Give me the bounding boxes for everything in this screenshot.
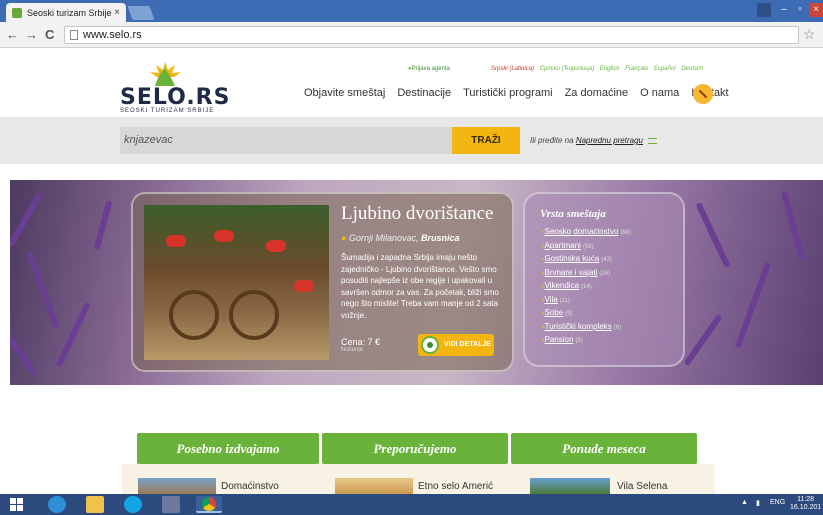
list-icon[interactable] bbox=[648, 138, 658, 144]
view-details-button[interactable]: VIDI DETALJE bbox=[418, 334, 494, 356]
lang-sr-cyrillic[interactable]: Српски (Ћирилица) bbox=[540, 66, 594, 72]
type-item[interactable]: Vikendica(14) bbox=[542, 280, 631, 294]
favicon-icon bbox=[12, 7, 22, 18]
advanced-search-prefix: Ili pređite na bbox=[530, 136, 574, 145]
nav-o-nama[interactable]: O nama bbox=[634, 87, 685, 99]
type-item[interactable]: Vila(11) bbox=[542, 294, 631, 308]
search-input[interactable]: knjazevac bbox=[120, 127, 452, 154]
url-input[interactable]: www.selo.rs bbox=[64, 26, 799, 44]
type-item[interactable]: Gostinska kuća(43) bbox=[542, 253, 631, 267]
view-details-label: VIDI DETALJE bbox=[444, 341, 491, 348]
forward-button[interactable]: → bbox=[25, 27, 38, 42]
featured-listing-photo[interactable] bbox=[144, 205, 329, 360]
tray-date: 16.10.201 bbox=[790, 504, 822, 511]
box-ponude-thumb[interactable] bbox=[530, 478, 610, 494]
maximize-button[interactable]: ▫ bbox=[793, 3, 807, 17]
featured-location-city: Gornji Milanovac, bbox=[348, 233, 419, 243]
nav-objavite-smestaj[interactable]: Objavite smeštaj bbox=[298, 87, 391, 99]
reload-button[interactable]: C bbox=[45, 27, 54, 42]
type-item[interactable]: Seosko domaćinstvo(88) bbox=[542, 226, 631, 240]
featured-price-value: Cena: 7 € bbox=[341, 337, 381, 347]
accommodation-types-title: Vrsta smeštaja bbox=[540, 208, 606, 220]
skype-icon[interactable] bbox=[124, 496, 142, 513]
accommodation-types-list: Seosko domaćinstvo(88) Apartmani(58) Gos… bbox=[542, 226, 631, 348]
nav-destinacije[interactable]: Destinacije bbox=[391, 87, 457, 99]
windows-start-icon[interactable] bbox=[10, 498, 23, 511]
site-logo[interactable]: SELO.RS SEOSKI TURIZAM SRBIJE bbox=[120, 62, 229, 118]
logo-subtitle: SEOSKI TURIZAM SRBIJE bbox=[120, 108, 215, 114]
tray-time: 11:28 bbox=[797, 496, 815, 503]
close-window-button[interactable]: × bbox=[809, 3, 823, 17]
nav-za-domacine[interactable]: Za domaćine bbox=[559, 87, 635, 99]
minimize-button[interactable]: – bbox=[777, 3, 791, 17]
type-item[interactable]: Turistički kompleks(6) bbox=[542, 321, 631, 335]
new-tab-button[interactable] bbox=[127, 6, 155, 20]
advanced-search-link[interactable]: Naprednu pretragu bbox=[576, 136, 643, 145]
box-preporucujemo-item[interactable]: Etno selo Amerić bbox=[418, 481, 493, 492]
bookmark-star-icon[interactable]: ☆ bbox=[803, 26, 816, 43]
internet-explorer-icon[interactable] bbox=[48, 496, 66, 513]
type-item[interactable]: Pansion(5) bbox=[542, 334, 631, 348]
box-header-posebno[interactable]: Posebno izdvajamo bbox=[137, 433, 319, 470]
address-bar: ← → C www.selo.rs ☆ bbox=[0, 22, 823, 48]
language-switcher: Srpski (Latinica) Српски (Ћирилица) Engl… bbox=[491, 66, 707, 72]
back-button[interactable]: ← bbox=[6, 27, 19, 42]
box-header-preporucujemo[interactable]: Preporučujemo bbox=[322, 433, 508, 470]
main-nav: Objavite smeštaj Destinacije Turistički … bbox=[298, 87, 735, 99]
url-text: www.selo.rs bbox=[83, 29, 142, 41]
chrome-icon[interactable] bbox=[196, 496, 222, 513]
page-icon bbox=[70, 30, 78, 40]
featured-location-place: Brusnica bbox=[421, 233, 460, 243]
file-explorer-icon[interactable] bbox=[86, 496, 104, 513]
box-posebno-thumb[interactable] bbox=[138, 478, 216, 494]
box-preporucujemo-thumb[interactable] bbox=[335, 478, 413, 494]
sun-tool-icon[interactable] bbox=[693, 84, 713, 104]
box-header-ponude[interactable]: Ponude meseca bbox=[511, 433, 697, 470]
tray-clock[interactable]: 11:28 16.10.201 bbox=[790, 496, 821, 512]
box-posebno-item[interactable]: Domaćinstvo bbox=[221, 481, 279, 492]
featured-title[interactable]: Ljubino dvorištance bbox=[341, 203, 494, 225]
lang-de[interactable]: Deutsch bbox=[681, 66, 703, 72]
tray-language[interactable]: ENG bbox=[770, 499, 785, 506]
featured-price: Cena: 7 € Noćenje bbox=[341, 337, 380, 353]
featured-location: Gornji Milanovac, Brusnica bbox=[341, 233, 460, 243]
search-button[interactable]: TRAŽI bbox=[452, 127, 520, 154]
lang-es[interactable]: Español bbox=[654, 66, 676, 72]
tray-battery-icon[interactable]: ▮ bbox=[756, 499, 760, 507]
tab-close-button[interactable]: × bbox=[114, 7, 120, 18]
logo-text: SELO.RS bbox=[120, 85, 231, 110]
box-ponude-item[interactable]: Vila Selena bbox=[617, 481, 667, 492]
app-icon[interactable] bbox=[162, 496, 180, 513]
type-item[interactable]: Brvnare i vajati(26) bbox=[542, 267, 631, 281]
advanced-search: Ili pređite na Naprednu pretragu bbox=[530, 136, 658, 145]
nav-turisticki-programi[interactable]: Turistički programi bbox=[457, 87, 558, 99]
type-item[interactable]: Apartmani(58) bbox=[542, 240, 631, 254]
eye-icon bbox=[421, 336, 439, 354]
browser-tab[interactable]: Seoski turizam Srbije × bbox=[6, 3, 126, 22]
featured-description: Šumadija i zapadna Srbija imaju nešto za… bbox=[341, 253, 499, 320]
lang-fr[interactable]: Français bbox=[625, 66, 648, 72]
lang-sr-latin[interactable]: Srpski (Latinica) bbox=[491, 66, 534, 72]
tray-arrow-icon[interactable]: ▲ bbox=[741, 499, 748, 506]
agent-login-link[interactable]: Prijava agenta bbox=[408, 66, 450, 72]
user-icon[interactable] bbox=[757, 3, 771, 17]
type-item[interactable]: Sobe(9) bbox=[542, 307, 631, 321]
tab-title: Seoski turizam Srbije bbox=[27, 7, 112, 18]
featured-price-note: Noćenje bbox=[341, 347, 364, 353]
lang-en[interactable]: English bbox=[600, 66, 620, 72]
